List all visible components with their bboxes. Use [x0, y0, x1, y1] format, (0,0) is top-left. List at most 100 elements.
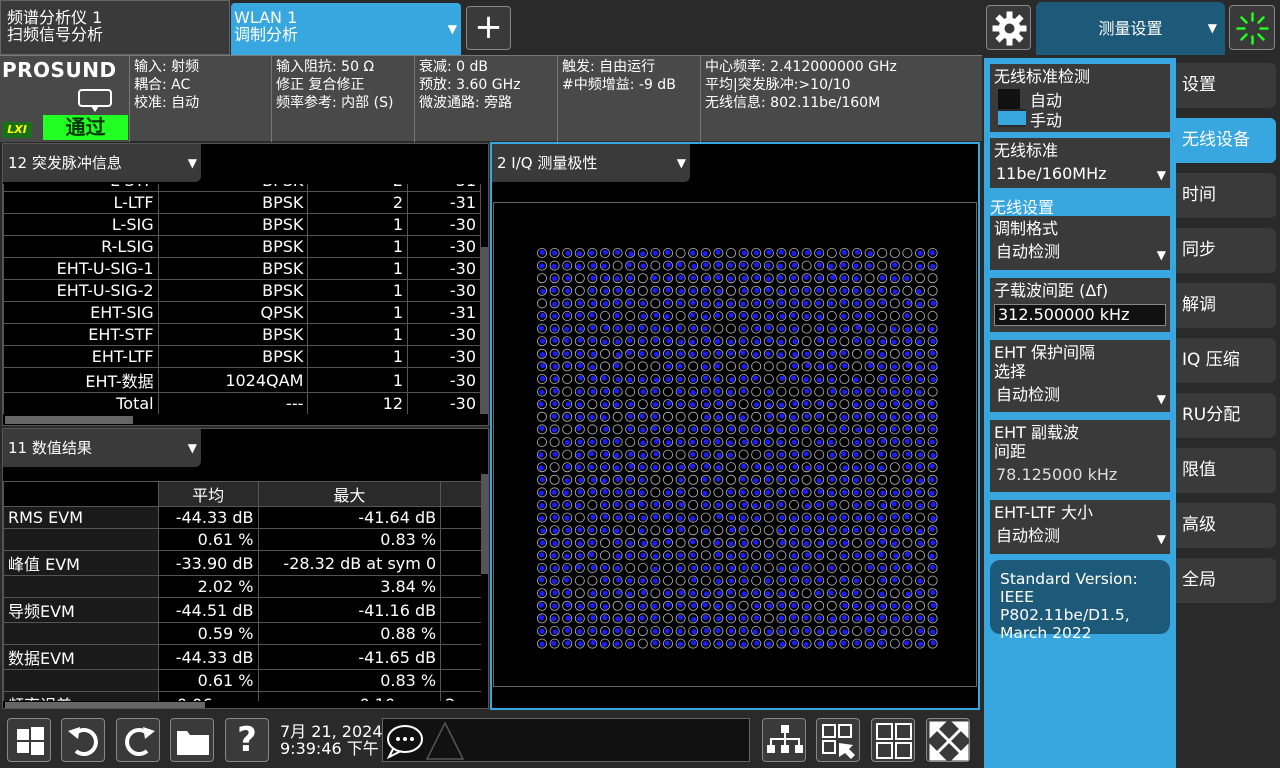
table-cell: 12: [307, 392, 409, 414]
status-impedance[interactable]: 输入阻抗: 50 Ω 修正 复合修正 频率参考: 内部 (S): [271, 56, 414, 142]
constellation-point: [702, 287, 708, 293]
constellation-point: [602, 438, 608, 445]
constellation-target: [751, 361, 762, 372]
eht-subcarrier-field[interactable]: EHT 副载波 间距 78.125000 kHz: [990, 420, 1170, 492]
constellation-point: [855, 515, 861, 521]
tab-advanced[interactable]: 高级: [1176, 503, 1276, 548]
constellation-point: [816, 478, 822, 484]
iq-constellation-panel[interactable]: 2 I/Q 测量极性 ▼: [490, 142, 980, 710]
connections-button[interactable]: [762, 718, 806, 762]
detect-manual-option[interactable]: 手动: [1030, 111, 1062, 130]
constellation-point: [929, 250, 935, 256]
constellation-point: [754, 640, 760, 646]
detect-toggle[interactable]: [998, 89, 1026, 127]
constellation-target: [788, 386, 799, 397]
message-area[interactable]: [382, 718, 750, 762]
table-row: 峰值 EVM -33.90 dB -28.32 dB at sym 0: [3, 550, 481, 576]
status-input[interactable]: 输入: 射频 耦合: AC 校准: 自动: [129, 56, 271, 142]
constellation-target: [851, 625, 862, 636]
tab-sync[interactable]: 同步: [1176, 228, 1276, 273]
windows-button[interactable]: [7, 718, 51, 762]
constellation-point: [552, 301, 558, 307]
constellation-point: [640, 427, 646, 433]
ltf-size-selector[interactable]: EHT-LTF 大小 自动检测 ▼: [990, 500, 1170, 554]
burst-info-dropdown[interactable]: 12 突发脉冲信息 ▼: [3, 144, 201, 182]
constellation-point: [866, 263, 872, 269]
constellation-point: [551, 263, 557, 270]
tab-radio[interactable]: 无线设备: [1176, 118, 1276, 163]
iq-dropdown[interactable]: 2 I/Q 测量极性 ▼: [492, 144, 690, 182]
tab-limits[interactable]: 限值: [1176, 448, 1276, 493]
constellation-target: [776, 550, 787, 561]
table-cell: L-STF: [3, 184, 159, 192]
constellation-point: [603, 388, 609, 394]
constellation-point: [841, 451, 847, 457]
constellation-point: [589, 287, 595, 294]
constellation-target: [612, 411, 623, 422]
add-screen-button[interactable]: +: [466, 6, 511, 50]
help-button[interactable]: ?: [225, 718, 269, 762]
constellation-point: [853, 377, 859, 383]
subcarrier-input[interactable]: 312.500000 kHz: [994, 304, 1166, 326]
layout-button[interactable]: [871, 718, 915, 762]
constellation-point: [563, 490, 569, 496]
tab-iq-compression[interactable]: IQ 压缩: [1176, 338, 1276, 383]
tab-global[interactable]: 全局: [1176, 558, 1276, 603]
constellation-point: [855, 427, 861, 433]
constellation-point: [905, 326, 911, 333]
horizontal-scrollbar[interactable]: [5, 702, 205, 708]
status-text: 微波通路: 旁路: [419, 95, 513, 111]
constellation-point: [716, 400, 722, 407]
tab-wlan[interactable]: WLAN 1 调制分析 ▼: [231, 3, 461, 55]
constellation-point: [627, 337, 633, 344]
constellation-target: [662, 386, 673, 397]
file-button[interactable]: [170, 718, 214, 762]
constellation-point: [653, 377, 659, 383]
logo-area: PROSUND LXI 通过: [0, 56, 129, 142]
undo-button[interactable]: [61, 718, 105, 762]
status-attenuation[interactable]: 衰减: 0 dB 预放: 3.60 GHz 微波通路: 旁路: [414, 56, 557, 142]
constellation-point: [765, 351, 771, 357]
guard-interval-selector[interactable]: EHT 保护间隔 选择 自动检测 ▼: [990, 340, 1170, 412]
constellation-point: [779, 452, 785, 458]
status-frequency[interactable]: 中心频率: 2.412000000 GHz 平均|突发脉冲:>10/10 无线信…: [700, 56, 982, 142]
constellation-point: [929, 553, 935, 559]
table-row: 0.61 % 0.83 %: [3, 528, 481, 551]
detect-auto-option[interactable]: 自动: [1030, 91, 1062, 110]
constellation-point: [766, 641, 772, 647]
constellation-point: [803, 400, 809, 407]
vertical-scrollbar[interactable]: [481, 247, 489, 414]
constellation-point: [678, 501, 685, 508]
status-trigger[interactable]: 触发: 自由运行 #中频增益: -9 dB: [557, 56, 700, 142]
standard-detect-group[interactable]: 无线标准检测 自动 手动: [990, 64, 1170, 132]
constellation-point: [652, 578, 658, 584]
measure-setup-menu[interactable]: 测量设置 ▼: [1036, 2, 1225, 55]
constellation-target: [801, 588, 812, 599]
constellation-point: [727, 589, 733, 595]
constellation-point: [891, 339, 897, 345]
tab-ru-allocation[interactable]: RU分配: [1176, 393, 1276, 438]
tab-demod[interactable]: 解调: [1176, 283, 1276, 328]
constellation-target: [788, 499, 799, 510]
modulation-format-selector[interactable]: 调制格式 自动检测 ▼: [990, 216, 1170, 270]
constellation-point: [715, 249, 721, 255]
vertical-scrollbar[interactable]: [481, 474, 489, 574]
table-row: EHT-U-SIG-2 BPSK 1 -30: [3, 279, 481, 302]
constellation-target: [738, 399, 749, 410]
touch-button[interactable]: [816, 718, 860, 762]
redo-button[interactable]: [116, 718, 160, 762]
constellation-point: [601, 641, 607, 647]
constellation-point: [880, 490, 886, 496]
constellation-target: [700, 512, 711, 523]
subcarrier-spacing-field[interactable]: 子载波间距 (Δf) 312.500000 kHz: [990, 278, 1170, 332]
standard-selector[interactable]: 无线标准 11be/160MHz ▼: [990, 138, 1170, 188]
tab-time[interactable]: 时间: [1176, 173, 1276, 218]
tab-setup[interactable]: 设置: [1176, 63, 1276, 108]
settings-button[interactable]: [986, 5, 1031, 50]
constellation-point: [626, 616, 633, 622]
tab-spectrum-analyzer[interactable]: 频谱分析仪 1 扫频信号分析: [0, 0, 230, 55]
numeric-results-dropdown[interactable]: 11 数值结果 ▼: [3, 429, 201, 467]
fullscreen-button[interactable]: [926, 718, 970, 762]
constellation-point: [602, 629, 608, 635]
horizontal-scrollbar[interactable]: [5, 416, 133, 424]
